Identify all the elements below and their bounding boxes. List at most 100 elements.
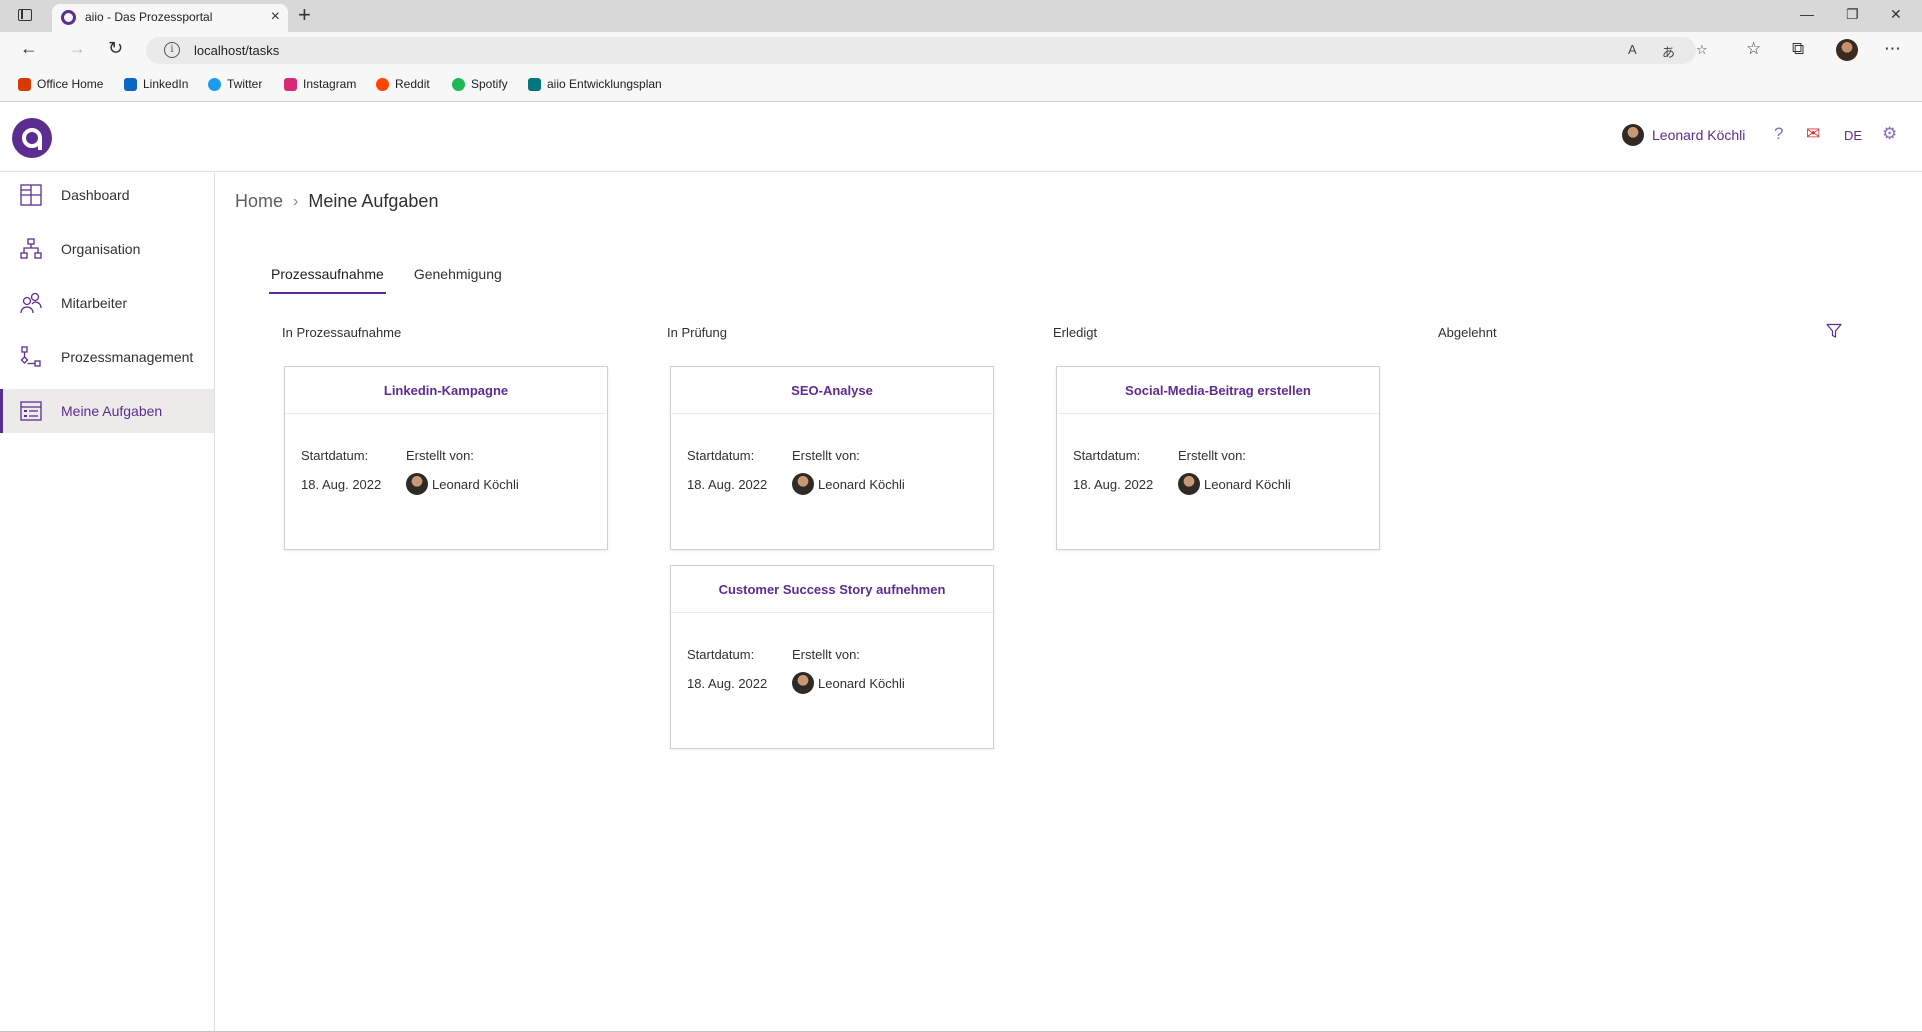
- spotify-icon: [452, 77, 465, 91]
- task-card-title[interactable]: Customer Success Story aufnehmen: [671, 566, 993, 613]
- bookmark-label: Office Home: [37, 77, 104, 91]
- translate-icon[interactable]: あ: [1662, 42, 1675, 61]
- creator: Leonard Köchli: [792, 672, 905, 694]
- tab-prozessaufnahme[interactable]: Prozessaufnahme: [269, 264, 386, 294]
- creator: Leonard Köchli: [792, 473, 905, 495]
- sidebar-item-meine-aufgaben[interactable]: Meine Aufgaben: [0, 389, 214, 433]
- task-card[interactable]: SEO-Analyse Startdatum: Erstellt von: 18…: [670, 366, 994, 550]
- bookmark-label: Spotify: [471, 77, 508, 91]
- creator-avatar: [1178, 473, 1200, 495]
- created-by-label: Erstellt von:: [1178, 448, 1246, 463]
- creator: Leonard Köchli: [1178, 473, 1291, 495]
- start-date-value: 18. Aug. 2022: [1073, 477, 1154, 492]
- logo-mark: [22, 128, 42, 150]
- read-aloud-icon[interactable]: A: [1628, 42, 1637, 57]
- bookmark-twitter[interactable]: Twitter: [208, 77, 262, 91]
- reddit-icon: [376, 77, 389, 91]
- sidebar-item-label: Mitarbeiter: [61, 295, 128, 311]
- address-bar[interactable]: i localhost/tasks A あ ☆: [146, 37, 1708, 64]
- breadcrumb-home-link[interactable]: Home: [235, 191, 283, 212]
- help-icon[interactable]: ?: [1774, 124, 1783, 144]
- user-menu[interactable]: Leonard Köchli: [1622, 124, 1745, 146]
- sidebar-item-label: Organisation: [61, 241, 141, 257]
- browser-tab-active[interactable]: aiio - Das Prozessportal ×: [52, 4, 288, 32]
- task-card-title[interactable]: Linkedin-Kampagne: [285, 367, 607, 414]
- aiio-favicon-icon: [61, 10, 76, 25]
- forward-icon[interactable]: →: [68, 38, 86, 59]
- bookmark-aiio-plan[interactable]: aiio Entwicklungsplan: [528, 77, 662, 91]
- bookmark-instagram[interactable]: Instagram: [284, 77, 356, 91]
- close-tab-icon[interactable]: ×: [271, 8, 280, 26]
- task-card[interactable]: Social-Media-Beitrag erstellen Startdatu…: [1056, 366, 1380, 550]
- language-selector[interactable]: DE: [1844, 128, 1862, 143]
- sharepoint-icon: [528, 77, 541, 91]
- process-flow-icon: [20, 346, 41, 367]
- bookmark-label: Twitter: [227, 77, 263, 91]
- back-icon[interactable]: ←: [20, 38, 38, 59]
- column-header: Erledigt: [1053, 325, 1098, 340]
- tab-actions-icon[interactable]: [18, 9, 32, 21]
- aiio-logo[interactable]: [12, 118, 52, 158]
- bookmark-reddit[interactable]: Reddit: [376, 77, 430, 91]
- browser-tab-bar: aiio - Das Prozessportal × + — ❐ ✕: [0, 0, 1922, 32]
- creator-name: Leonard Köchli: [432, 476, 519, 492]
- task-card[interactable]: Linkedin-Kampagne Startdatum: Erstellt v…: [284, 366, 608, 550]
- column-header: Abgelehnt: [1438, 325, 1497, 340]
- settings-icon[interactable]: ⚙: [1882, 124, 1897, 144]
- sidebar-item-dashboard[interactable]: Dashboard: [0, 173, 214, 217]
- sidebar-item-prozessmanagement[interactable]: Prozessmanagement: [0, 335, 214, 379]
- notifications-icon[interactable]: ✉: [1806, 124, 1820, 144]
- minimize-icon[interactable]: —: [1800, 6, 1814, 22]
- column-header: In Prozessaufnahme: [282, 325, 402, 340]
- sidebar-item-mitarbeiter[interactable]: Mitarbeiter: [0, 281, 214, 325]
- close-window-icon[interactable]: ✕: [1890, 6, 1902, 23]
- more-menu-icon[interactable]: ⋯: [1884, 39, 1901, 59]
- start-date-label: Startdatum:: [687, 647, 755, 662]
- collections-icon[interactable]: ⧉: [1792, 39, 1804, 59]
- created-by-label: Erstellt von:: [792, 448, 860, 463]
- bookmark-label: Reddit: [395, 77, 430, 91]
- favorites-icon[interactable]: ☆: [1746, 39, 1761, 59]
- bookmark-spotify[interactable]: Spotify: [452, 77, 508, 91]
- start-date-value: 18. Aug. 2022: [687, 676, 768, 691]
- sidebar: Dashboard Organisation Mitarbeiter Proze…: [0, 173, 215, 1032]
- breadcrumb: Home › Meine Aufgaben: [235, 191, 438, 212]
- creator: Leonard Köchli: [406, 473, 519, 495]
- bookmark-label: Instagram: [303, 77, 357, 91]
- site-info-icon[interactable]: i: [164, 42, 180, 58]
- task-card-title[interactable]: Social-Media-Beitrag erstellen: [1057, 367, 1379, 414]
- bookmark-label: LinkedIn: [143, 77, 189, 91]
- sidebar-item-organisation[interactable]: Organisation: [0, 227, 214, 271]
- start-date-label: Startdatum:: [301, 448, 369, 463]
- twitter-icon: [208, 77, 221, 91]
- task-tabs: Prozessaufnahme Genehmigung: [269, 264, 530, 294]
- task-list-icon: [20, 401, 42, 421]
- browser-tab-title: aiio - Das Prozessportal: [85, 10, 213, 24]
- url-text[interactable]: localhost/tasks: [194, 43, 279, 58]
- browser-toolbar: ← → ↻ i localhost/tasks A あ ☆ ☆ ⧉ ⋯: [0, 32, 1922, 69]
- instagram-icon: [284, 77, 297, 91]
- task-card-title[interactable]: SEO-Analyse: [671, 367, 993, 414]
- task-card[interactable]: Customer Success Story aufnehmen Startda…: [670, 565, 994, 749]
- bookmark-linkedin[interactable]: LinkedIn: [124, 77, 188, 91]
- browser-profile-avatar[interactable]: [1836, 39, 1858, 61]
- new-tab-icon[interactable]: +: [298, 3, 311, 27]
- user-name: Leonard Köchli: [1652, 127, 1746, 143]
- restore-icon[interactable]: ❐: [1846, 6, 1859, 23]
- bookmark-office-home[interactable]: Office Home: [18, 77, 103, 91]
- user-avatar: [1622, 124, 1644, 146]
- filter-icon[interactable]: [1826, 323, 1842, 339]
- add-favorite-icon[interactable]: ☆: [1696, 42, 1708, 58]
- start-date-label: Startdatum:: [1073, 448, 1141, 463]
- tab-genehmigung[interactable]: Genehmigung: [412, 264, 504, 294]
- chevron-right-icon: ›: [293, 192, 299, 210]
- creator-name: Leonard Köchli: [818, 476, 905, 492]
- start-date-value: 18. Aug. 2022: [301, 477, 382, 492]
- creator-avatar: [792, 473, 814, 495]
- refresh-icon[interactable]: ↻: [108, 38, 123, 59]
- start-date-value: 18. Aug. 2022: [687, 477, 768, 492]
- start-date-label: Startdatum:: [687, 448, 755, 463]
- bookmark-label: aiio Entwicklungsplan: [547, 77, 662, 91]
- page-title: Meine Aufgaben: [308, 191, 439, 211]
- bookmarks-bar: Office Home LinkedIn Twitter Instagram R…: [0, 69, 1922, 102]
